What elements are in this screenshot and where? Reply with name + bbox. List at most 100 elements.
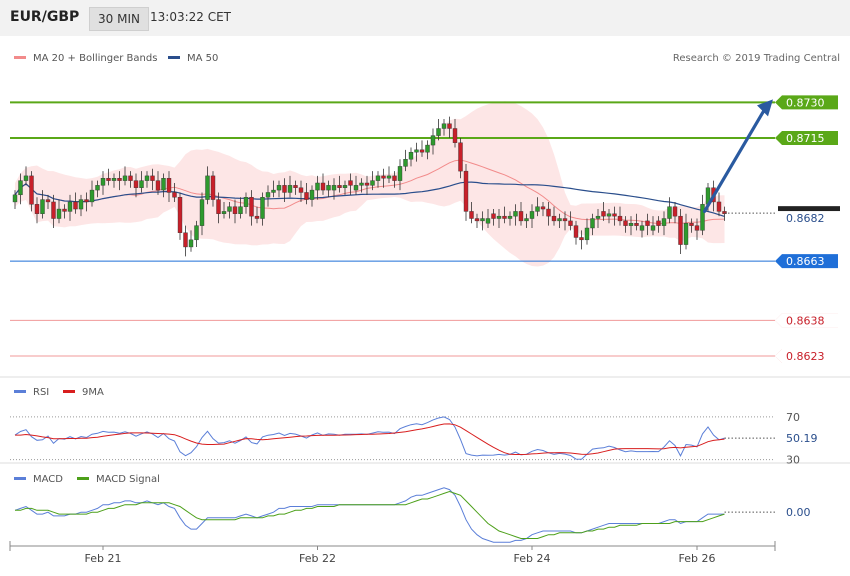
candle-body — [628, 223, 634, 226]
candle-body — [12, 194, 18, 203]
price-panel: 0.8730 0.8715 0.8663 0.8638 0.8623 0.8682 MA 2… — [0, 53, 850, 378]
legend-swatch-ma50 — [168, 56, 180, 59]
candle-body — [29, 175, 34, 205]
date-label-Feb-21: Feb 21 — [85, 552, 122, 565]
candle-body — [568, 220, 573, 226]
candle-body — [34, 204, 40, 214]
candle-body — [414, 149, 419, 153]
candle-body — [485, 218, 491, 224]
candle-body — [606, 213, 612, 217]
candle-body — [172, 192, 177, 198]
candle-body — [139, 180, 144, 188]
legend-swatch-macd-signal — [77, 477, 89, 480]
legend-label-ma20: MA 20 + Bollinger Bands — [33, 53, 157, 64]
candle-body — [40, 199, 45, 214]
candle-body — [524, 218, 529, 222]
bollinger-band — [15, 101, 725, 267]
legend-swatch-ma20 — [14, 56, 26, 59]
time-label: 13:03:22 CET — [150, 10, 231, 24]
macd-panel: 0.00 MACD MACD Signal — [14, 474, 811, 543]
candle-body — [287, 185, 293, 193]
candle-body — [238, 206, 243, 214]
candle-body — [364, 182, 370, 186]
candle-body — [18, 180, 23, 196]
candle-body — [188, 239, 194, 248]
candle-body — [205, 175, 210, 200]
candle-body — [282, 185, 287, 193]
candle-body — [617, 215, 623, 222]
candle-body — [612, 213, 617, 217]
date-axis: Feb 21 Feb 22 Feb 24 Feb 26 — [9, 541, 776, 565]
technical-chart[interactable]: 0.8730 0.8715 0.8663 0.8638 0.8623 0.8682 MA 2… — [0, 36, 850, 576]
level-label-0.8715: 0.8715 — [786, 132, 825, 145]
candle-body — [634, 223, 639, 226]
rsi-tick-30: 30 — [786, 454, 800, 467]
candle-body — [447, 123, 452, 129]
candle-body — [348, 180, 353, 186]
candle-body — [678, 215, 683, 245]
candle-body — [683, 223, 689, 245]
candle-body — [359, 182, 364, 186]
candle-body — [144, 175, 150, 181]
candle-body — [540, 206, 546, 210]
last-price-label: 0.8682 — [786, 212, 825, 225]
candle-body — [320, 182, 326, 191]
candle-body — [425, 144, 430, 153]
candle-body — [309, 189, 315, 200]
legend-label-ma50: MA 50 — [187, 53, 218, 64]
candle-body — [518, 211, 524, 222]
attribution-text: Research © 2019 Trading Central — [673, 53, 840, 64]
macd-signal-line — [15, 490, 725, 539]
candle-body — [557, 218, 562, 222]
candle-body — [161, 178, 166, 191]
candle-body — [441, 123, 447, 129]
candle-body — [458, 142, 463, 172]
candle-body — [601, 211, 606, 217]
candle-body — [584, 227, 590, 241]
candle-body — [656, 220, 661, 226]
candle-body — [436, 128, 441, 136]
last-price-bar — [778, 206, 840, 212]
candle-body — [95, 185, 100, 191]
candle-body — [56, 208, 62, 219]
candle-body — [45, 199, 51, 203]
candle-body — [51, 201, 56, 219]
candle-body — [689, 223, 694, 226]
candle-body — [716, 201, 722, 212]
candle-body — [293, 185, 298, 188]
candle-body — [667, 206, 672, 219]
candle-body — [645, 220, 650, 226]
candle-body — [331, 185, 337, 191]
candle-body — [183, 232, 188, 248]
candle-body — [84, 199, 89, 203]
candle-body — [408, 151, 414, 160]
level-label-0.8730: 0.8730 — [786, 96, 825, 109]
candle-body — [502, 215, 507, 219]
candle-body — [326, 185, 331, 191]
candle-body — [551, 215, 557, 222]
candle-body — [623, 220, 628, 226]
timeframe-button[interactable]: 30 MIN — [89, 7, 149, 31]
candle-body — [177, 196, 183, 233]
candle-body — [452, 128, 458, 143]
level-label-0.8663: 0.8663 — [786, 255, 825, 268]
candle-body — [513, 211, 518, 217]
level-label-0.8638: 0.8638 — [786, 314, 825, 327]
macd-last-label: 0.00 — [786, 506, 811, 519]
candle-body — [672, 206, 678, 217]
candle-body — [315, 182, 320, 191]
macd-line — [14, 487, 725, 543]
candle-body — [480, 218, 485, 222]
legend-label-rsi-ma: 9MA — [82, 387, 104, 398]
candle-body — [166, 178, 172, 193]
candle-body — [661, 218, 667, 226]
candle-body — [694, 225, 700, 231]
candle-body — [122, 175, 128, 181]
candle-body — [375, 175, 381, 181]
candle-body — [249, 196, 254, 217]
rsi-last-label: 50.19 — [786, 432, 818, 445]
candle-body — [155, 180, 161, 191]
candle-body — [100, 178, 106, 186]
legend-label-macd-signal: MACD Signal — [96, 474, 160, 485]
candle-body — [194, 225, 199, 241]
